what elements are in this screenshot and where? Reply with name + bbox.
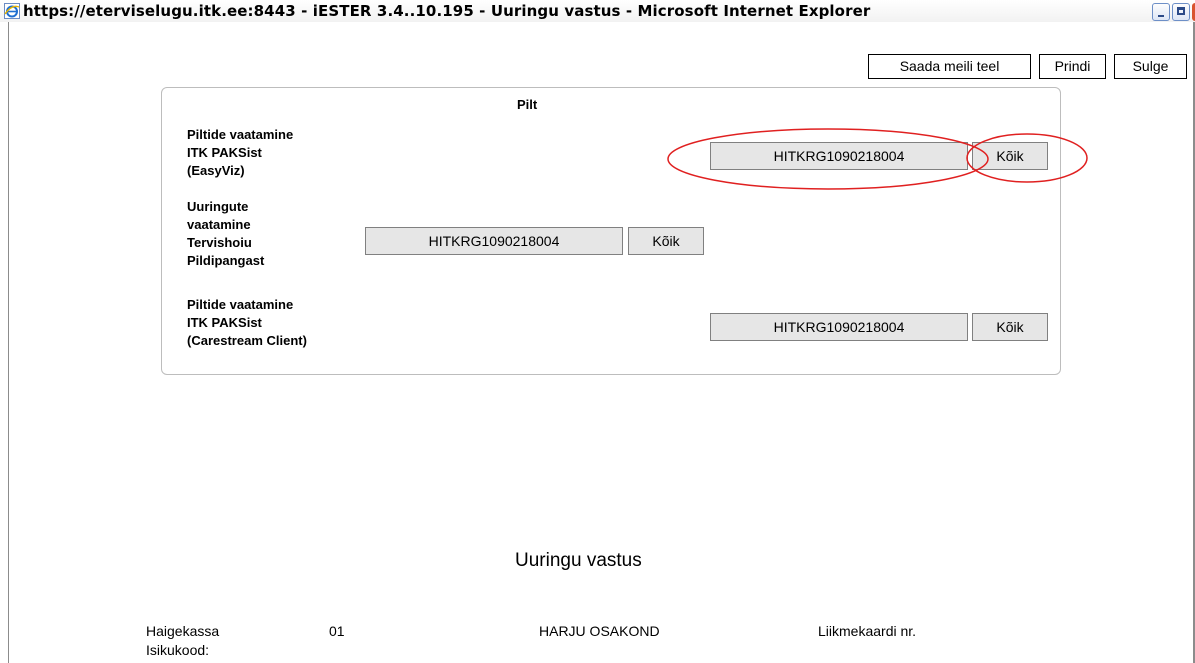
member-card-label: Liikmekaardi nr.	[818, 623, 917, 639]
internet-explorer-icon	[4, 3, 20, 19]
carestream-study-button[interactable]: HITKRG1090218004	[710, 313, 968, 341]
easyviz-study-button[interactable]: HITKRG1090218004	[710, 142, 968, 170]
insurance-label: Haigekassa	[146, 623, 220, 639]
window-frame-left	[8, 22, 9, 663]
insurance-office: HARJU OSAKOND	[539, 623, 660, 639]
insurance-code: 01	[329, 623, 345, 639]
carestream-all-button[interactable]: Kõik	[972, 313, 1048, 341]
close-button[interactable]: Sulge	[1114, 54, 1187, 79]
id-code-label: Isikukood:	[146, 642, 210, 658]
easyviz-label: Piltide vaatamine ITK PAKSist (EasyViz)	[187, 127, 294, 178]
print-button[interactable]: Prindi	[1039, 54, 1106, 79]
carestream-label: Piltide vaatamine ITK PAKSist (Carestrea…	[187, 297, 307, 348]
report-heading: Uuringu vastus	[515, 550, 642, 571]
minimize-button[interactable]	[1152, 3, 1170, 21]
image-bank-label: Uuringute vaatamine Tervishoiu Pildipang…	[187, 199, 265, 268]
image-panel-title: Pilt	[517, 97, 538, 112]
maximize-button[interactable]	[1172, 3, 1190, 21]
image-bank-study-button[interactable]: HITKRG1090218004	[365, 227, 623, 255]
image-bank-all-button[interactable]: Kõik	[628, 227, 704, 255]
easyviz-all-button[interactable]: Kõik	[972, 142, 1048, 170]
window-title-bar: https://eterviselugu.itk.ee:8443 - iESTE…	[0, 0, 1195, 22]
send-email-button[interactable]: Saada meili teel	[868, 54, 1031, 79]
window-title: https://eterviselugu.itk.ee:8443 - iESTE…	[23, 2, 871, 20]
